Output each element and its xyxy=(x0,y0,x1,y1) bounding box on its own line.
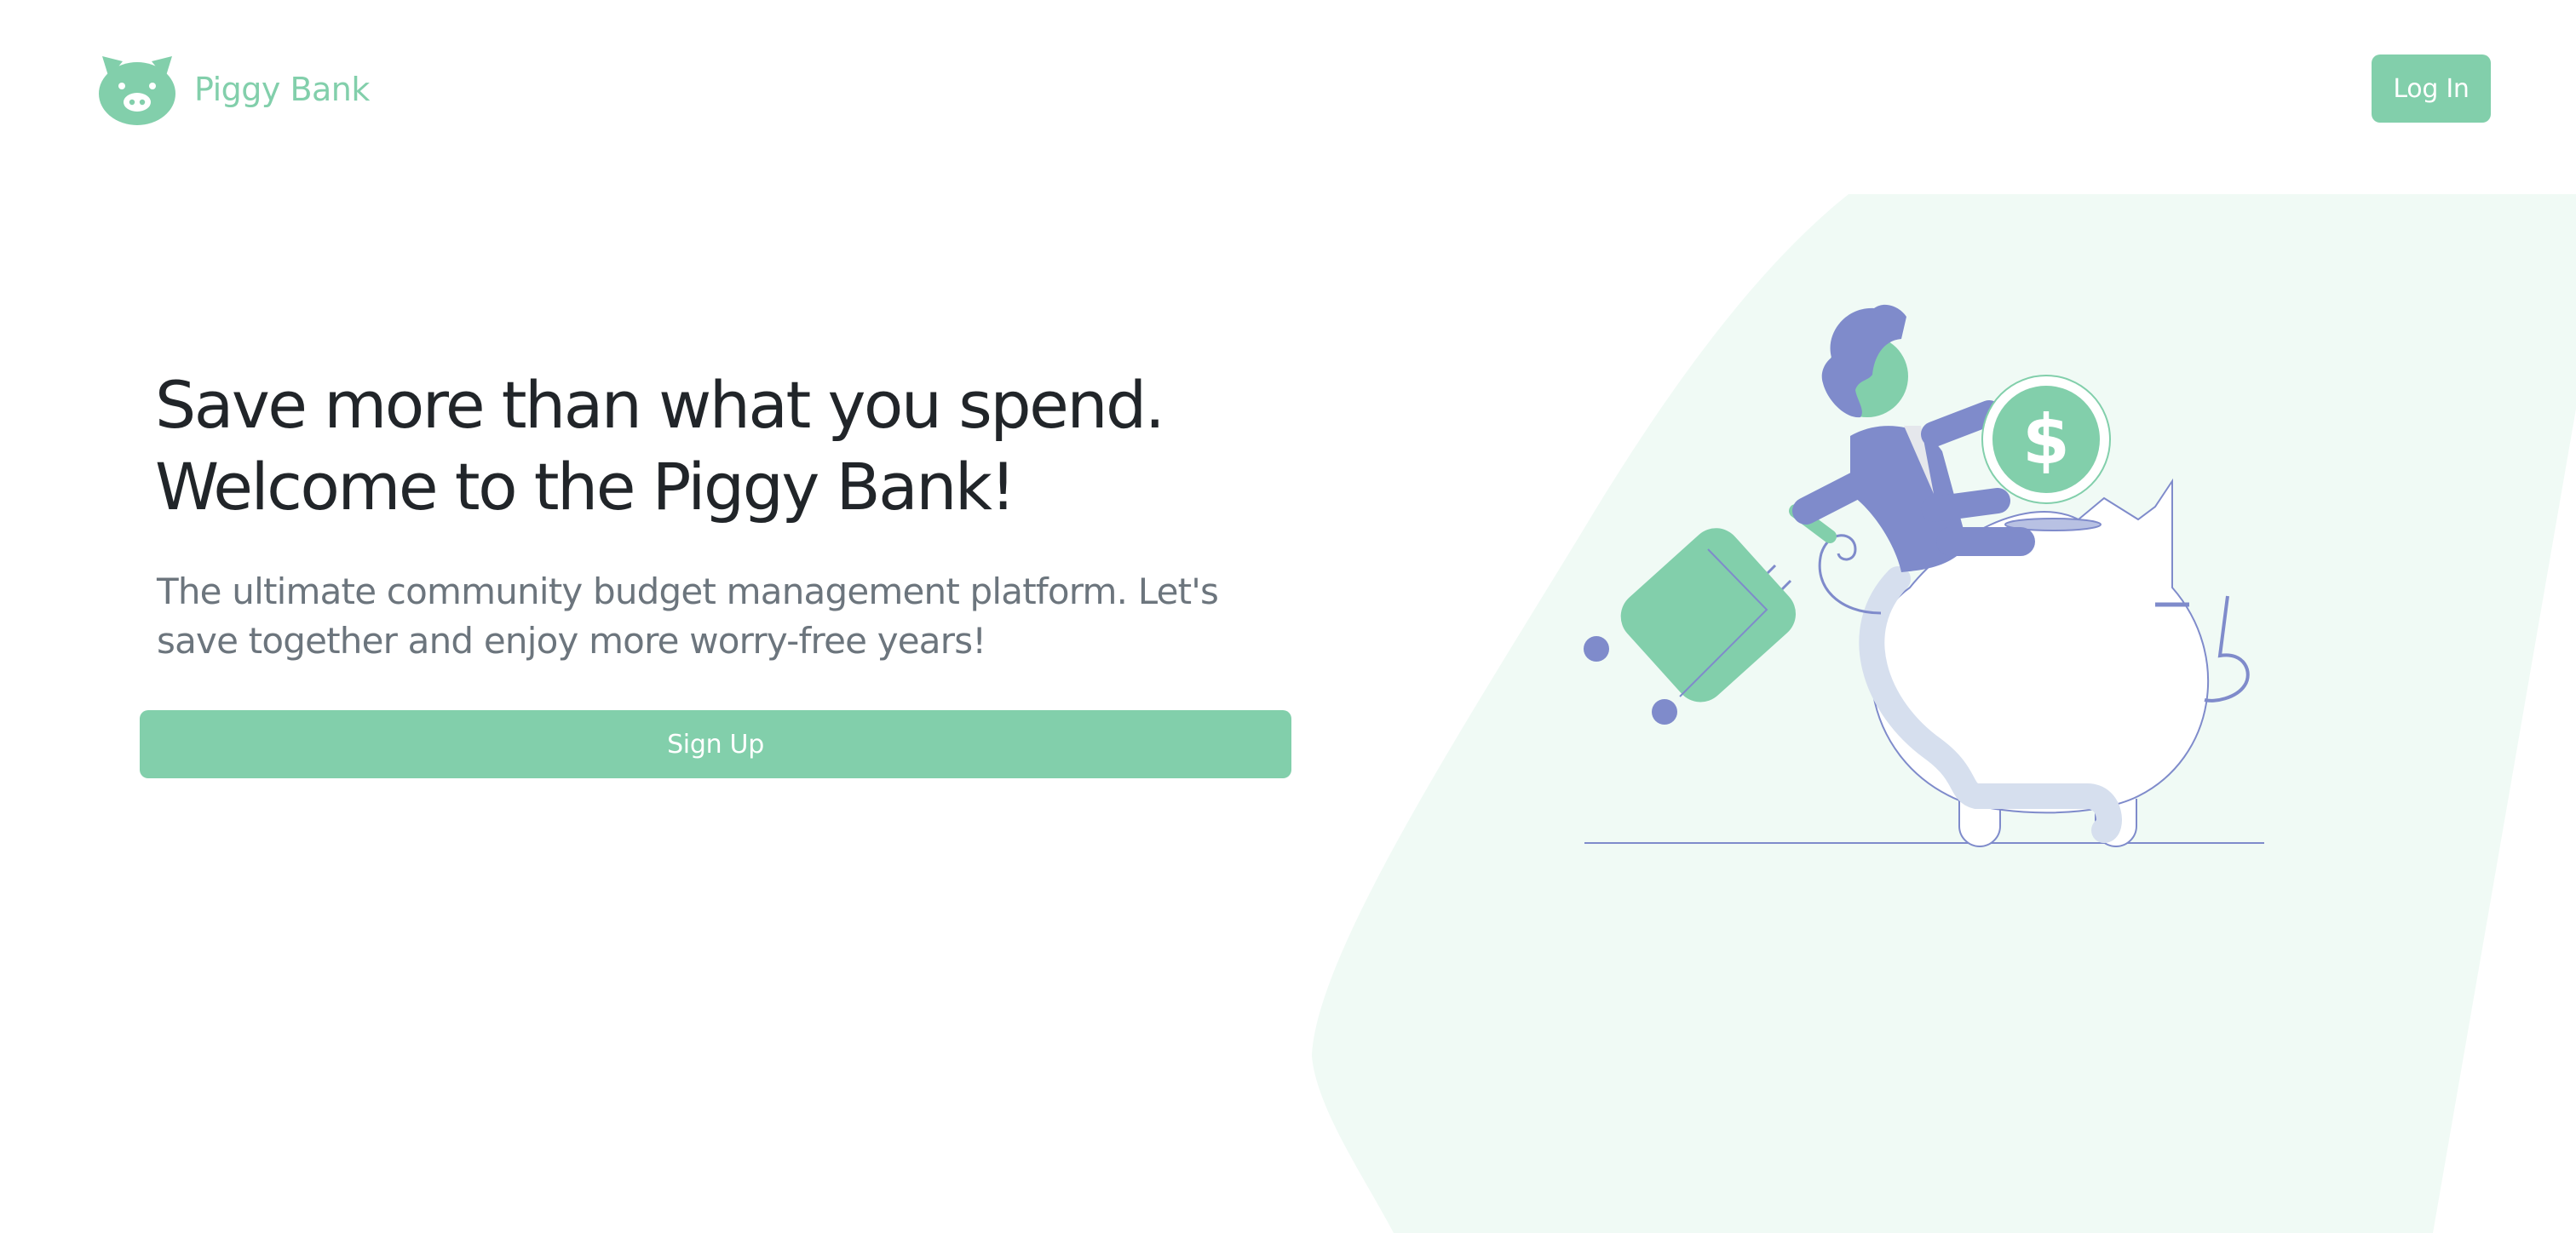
hero-illustration: $ xyxy=(1584,304,2264,847)
coin-symbol: $ xyxy=(2022,400,2070,479)
coin-icon: $ xyxy=(1981,375,2111,504)
hero-section: Save more than what you spend. Welcome t… xyxy=(0,0,1363,1233)
suitcase-icon xyxy=(1584,528,1796,725)
hero-subtitle: The ultimate community budget management… xyxy=(157,571,1219,662)
hero-title-line-1: Save more than what you spend. xyxy=(155,367,1165,443)
login-button[interactable]: Log In xyxy=(2372,54,2491,123)
landing-page: Piggy Bank Log In Save more than what yo… xyxy=(0,0,2576,1233)
signup-button[interactable]: Sign Up xyxy=(140,710,1291,778)
hero-title-line-2: Welcome to the Piggy Bank! xyxy=(155,449,1016,525)
hero-title: Save more than what you spend. Welcome t… xyxy=(155,364,1165,528)
